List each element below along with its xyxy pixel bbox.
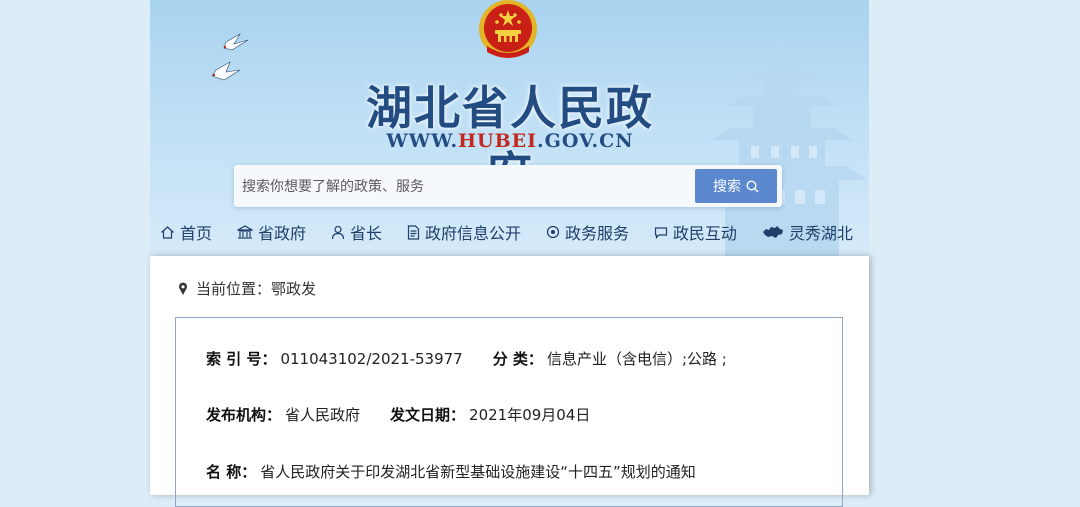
hubei-map-icon: [762, 226, 783, 238]
cranes-illustration: [211, 33, 249, 81]
date-label: 发文日期：: [390, 406, 466, 424]
document-icon: [407, 224, 420, 240]
name-value: 省人民政府关于印发湖北省新型基础设施建设“十四五”规划的通知: [260, 463, 696, 481]
nav-item-label: 首页: [180, 224, 213, 243]
category-value: 信息产业（含电信）;公路 ;: [546, 350, 727, 368]
breadcrumb: 当前位置：鄂政发: [178, 278, 316, 299]
nav-item-home[interactable]: 首页: [160, 220, 212, 244]
nav-item-label: 省政府: [257, 224, 306, 243]
national-emblem-icon: [479, 0, 537, 58]
search-button-label: 搜索: [713, 179, 741, 195]
main-nav: 首页 省政府 省长 政府信息公开 政务服务 政民互动 灵秀湖北: [150, 214, 869, 250]
content-panel: 当前位置：鄂政发 索 引 号： 011043102/2021-53977 分 类…: [150, 256, 869, 507]
search-input[interactable]: [240, 169, 694, 205]
nav-item-label: 政务服务: [564, 224, 629, 243]
site-url-accent: HUBEI: [458, 130, 538, 152]
publisher-value: 省人民政府: [285, 406, 361, 424]
info-row-index: 索 引 号： 011043102/2021-53977 分 类： 信息产业（含电…: [206, 348, 727, 369]
page-container: 湖北省人民政府 WWW.HUBEI.GOV.CN 搜索 首页 省政府: [150, 0, 869, 507]
nav-item-provincial-government[interactable]: 省政府: [236, 220, 306, 244]
nav-item-label: 省长: [349, 224, 382, 243]
info-row-name: 名 称： 省人民政府关于印发湖北省新型基础设施建设“十四五”规划的通知: [206, 461, 696, 482]
site-url-suffix: .GOV.CN: [537, 130, 634, 152]
date-value: 2021年09月04日: [469, 406, 591, 424]
nav-item-government-info[interactable]: 政府信息公开: [407, 220, 521, 244]
nav-item-governor[interactable]: 省长: [331, 220, 382, 244]
nav-item-label: 灵秀湖北: [788, 224, 853, 243]
nav-item-lingxiu-hubei[interactable]: 灵秀湖北: [762, 220, 853, 244]
breadcrumb-prefix: 当前位置：: [196, 280, 272, 298]
nav-item-label: 政府信息公开: [424, 224, 521, 243]
building-icon: [236, 224, 253, 239]
home-icon: [161, 225, 174, 239]
service-icon: [546, 225, 560, 239]
nav-item-label: 政民互动: [672, 224, 737, 243]
category-label: 分 类：: [492, 350, 543, 368]
info-row-publisher: 发布机构： 省人民政府 发文日期： 2021年09月04日: [206, 404, 590, 425]
document-info-box: 索 引 号： 011043102/2021-53977 分 类： 信息产业（含电…: [175, 317, 843, 507]
chat-icon: [654, 226, 668, 239]
search-icon: [746, 179, 759, 192]
person-icon: [331, 225, 345, 239]
index-value: 011043102/2021-53977: [280, 349, 463, 368]
publisher-label: 发布机构：: [206, 406, 282, 424]
header-banner: 湖北省人民政府 WWW.HUBEI.GOV.CN 搜索 首页 省政府: [150, 0, 869, 256]
search-bar: 搜索: [234, 165, 782, 207]
site-url-prefix: WWW.: [386, 130, 459, 152]
site-url: WWW.HUBEI.GOV.CN: [350, 130, 670, 152]
name-label: 名 称：: [206, 463, 257, 481]
index-label: 索 引 号：: [206, 350, 277, 368]
search-button[interactable]: 搜索: [695, 169, 777, 203]
breadcrumb-current[interactable]: 鄂政发: [271, 280, 316, 298]
location-pin-icon: [179, 282, 187, 295]
nav-item-public-interaction[interactable]: 政民互动: [654, 220, 737, 244]
nav-item-government-services[interactable]: 政务服务: [546, 220, 629, 244]
